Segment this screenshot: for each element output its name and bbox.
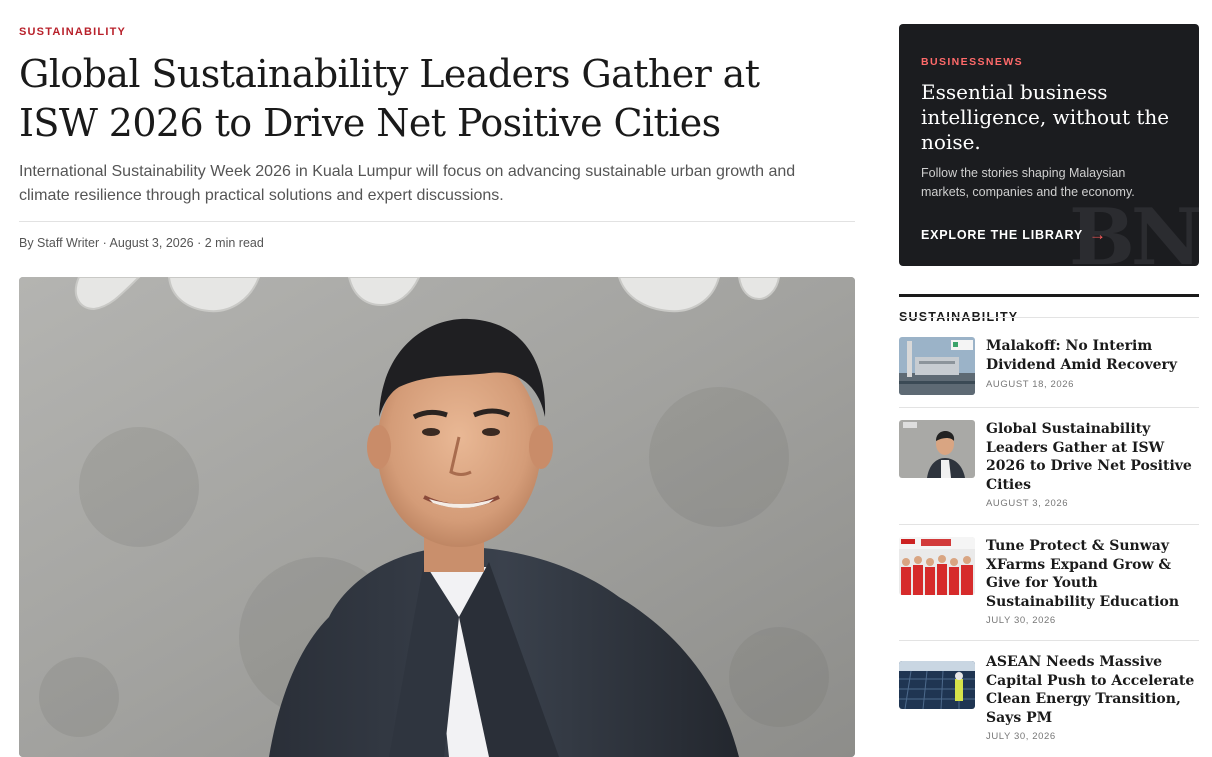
hero-photo-illustration <box>19 277 855 757</box>
story-date: AUGUST 18, 2026 <box>986 379 1075 390</box>
promo-title: Essential business intelligence, without… <box>921 80 1170 154</box>
story-divider <box>899 524 1199 525</box>
explore-library-link[interactable]: EXPLORE THE LIBRARY → <box>921 225 1107 245</box>
article-dek: International Sustainability Week 2026 i… <box>19 163 796 204</box>
divider <box>19 221 855 222</box>
promo-brand: BUSINESSNEWS <box>921 56 1023 68</box>
story-title[interactable]: Global Sustainability Leaders Gather at … <box>986 420 1198 494</box>
portrait-image <box>899 420 975 478</box>
story-thumbnail[interactable] <box>899 337 975 395</box>
section-divider-thick <box>899 294 1199 297</box>
section-divider <box>899 317 1199 318</box>
story-date: JULY 30, 2026 <box>986 615 1056 626</box>
article-headline: Global Sustainability Leaders Gather at … <box>19 52 760 145</box>
story-divider <box>899 407 1199 408</box>
story-thumbnail[interactable] <box>899 661 975 709</box>
story-divider <box>899 640 1199 641</box>
story-title[interactable]: ASEAN Needs Massive Capital Push to Acce… <box>986 653 1198 727</box>
story-thumbnail[interactable] <box>899 420 975 478</box>
library-promo[interactable]: BN BUSINESSNEWS Essential business intel… <box>899 24 1199 266</box>
story-title[interactable]: Tune Protect & Sunway XFarms Expand Grow… <box>986 537 1198 611</box>
story-thumbnail[interactable] <box>899 537 975 595</box>
group-photo-image <box>899 537 975 595</box>
story-date: JULY 30, 2026 <box>986 731 1056 742</box>
solar-panels-image <box>899 661 975 709</box>
story-title[interactable]: Malakoff: No Interim Dividend Amid Recov… <box>986 337 1198 374</box>
article-category[interactable]: SUSTAINABILITY <box>19 26 126 38</box>
arrow-right-icon: → <box>1088 225 1107 244</box>
story-date: AUGUST 3, 2026 <box>986 498 1069 509</box>
hero-image <box>19 277 855 757</box>
explore-library-label[interactable]: EXPLORE THE LIBRARY <box>921 228 1083 242</box>
promo-text: Follow the stories shaping Malaysian mar… <box>921 166 1135 199</box>
power-plant-image <box>899 337 975 395</box>
article-byline: By Staff Writer · August 3, 2026 · 2 min… <box>19 236 264 250</box>
